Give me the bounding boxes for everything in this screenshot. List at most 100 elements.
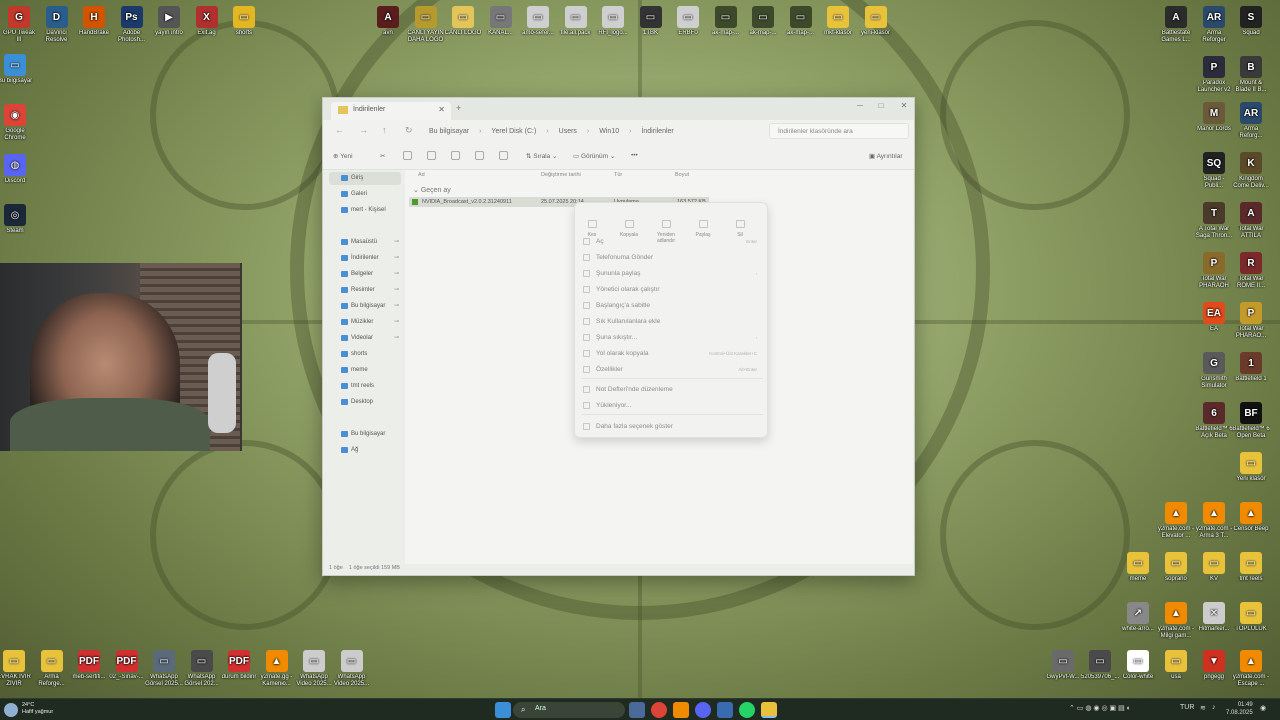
vlc-icon[interactable] <box>673 702 689 718</box>
desktop-icon[interactable]: 1 Battlefield 1 <box>1232 352 1270 390</box>
rename-icon[interactable] <box>451 151 460 160</box>
desktop-icon[interactable]: BF Battlefield™ 6 Open Beta <box>1232 402 1270 440</box>
menu-item-not-defteri-nde-d-zenleme[interactable]: Not Defteri'nde düzenleme <box>583 384 763 396</box>
delete-icon[interactable] <box>499 151 508 160</box>
desktop-icon[interactable]: PDF meb-sertifi... <box>70 650 108 688</box>
desktop-icon[interactable]: PDF 02_-Sınav-... <box>108 650 146 688</box>
desktop-icon[interactable]: S Squad <box>1232 6 1270 44</box>
desktop-icon[interactable]: ▲ Censor Beep <box>1232 502 1270 540</box>
desktop-icon[interactable]: ▭ ak-map-... <box>707 6 745 44</box>
desktop-icon[interactable]: ↗ white-arro... <box>1119 602 1157 640</box>
desktop-icon[interactable]: ▭ mkt-klasör <box>819 6 857 44</box>
paste-icon[interactable] <box>427 151 436 160</box>
menu-item-a[interactable]: Aç Enter <box>583 236 763 248</box>
sort-button[interactable]: ⇅ Sırala ⌄ <box>526 152 558 160</box>
sidebar-item-bu-bilgisayar[interactable]: Bu bilgisayar ⊸ <box>329 300 401 313</box>
discord-icon[interactable] <box>695 702 711 718</box>
breadcrumb-item[interactable]: İndirilenler <box>641 128 673 135</box>
desktop-icon[interactable]: 6 Battlefield™ 6 Açık Beta <box>1195 402 1233 440</box>
desktop-icon[interactable]: R Total War ROME II... <box>1232 252 1270 290</box>
desktop-icon[interactable]: K Kingdom Come Deliv... <box>1232 152 1270 190</box>
more-options-button[interactable]: ••• <box>631 152 638 159</box>
desktop-icon[interactable]: ▼ pngegg <box>1195 650 1233 688</box>
minimize-button[interactable]: ─ <box>850 101 870 110</box>
tab-downloads[interactable]: İndirilenler ✕ <box>331 102 451 120</box>
clock[interactable]: 01:49 7.08.2025 <box>1226 701 1253 717</box>
desktop-icon[interactable]: A Battlestate Games L... <box>1157 6 1195 44</box>
desktop-icon[interactable]: A Total War ATTILA <box>1232 202 1270 240</box>
desktop-icon[interactable]: ◉ Google Chrome <box>0 104 34 142</box>
menu-item-yol-olarak-kopyala[interactable]: Yol olarak kopyala Kontrol+Üst Karakter+C <box>583 348 763 360</box>
desktop-icon[interactable]: X Exit.ag <box>188 6 226 44</box>
volume-icon[interactable]: ♪ <box>1212 704 1216 711</box>
desktop-icon[interactable]: D DaVinci Resolve <box>38 6 76 44</box>
desktop-icon[interactable]: ▭ Arma Reforge... <box>33 650 71 688</box>
desktop-icon[interactable]: T A Total War Saga Thron... <box>1195 202 1233 240</box>
desktop-icon[interactable]: ▭ GwyPvf-W... <box>1044 650 1082 688</box>
notification-icon[interactable]: ◉ <box>1260 704 1266 712</box>
desktop-icon[interactable]: ▭ WhatsApp Görsel 2025... <box>145 650 183 688</box>
search-input[interactable]: İndirilenler klasöründe ara <box>769 123 909 139</box>
start-button[interactable] <box>495 702 511 718</box>
desktop-icon[interactable]: ▭ yeni-klasör <box>857 6 895 44</box>
breadcrumb-item[interactable]: Users <box>559 128 577 135</box>
desktop-icon[interactable]: ◍ Discord <box>0 154 34 192</box>
desktop-icon[interactable]: ▭ soprano <box>1157 552 1195 590</box>
desktop-icon[interactable]: ▲ y2mate.com - Arma 3 T... <box>1195 502 1233 540</box>
sidebar-item-galeri[interactable]: Galeri <box>329 188 401 201</box>
menu-item-zellikler[interactable]: Özellikler Alt+Enter <box>583 364 763 376</box>
desktop-icon[interactable]: PDF durum bildirir <box>220 650 258 688</box>
desktop-icon[interactable]: ▭ KANAL... <box>482 6 520 44</box>
details-button[interactable]: ▣ Ayrıntılar <box>869 152 902 160</box>
file-explorer-icon[interactable] <box>761 702 777 718</box>
desktop-icon[interactable]: ▭ tmt reels <box>1232 552 1270 590</box>
breadcrumb-item[interactable]: Yerel Disk (C:) <box>491 128 536 135</box>
desktop-icon[interactable]: G Gunsmith Simulator <box>1195 352 1233 390</box>
forward-button[interactable]: → <box>359 125 368 135</box>
desktop-icon[interactable]: Ps Adobe Photosh... <box>113 6 151 44</box>
sidebar-item-giri[interactable]: Giriş <box>329 172 401 185</box>
breadcrumb-item[interactable]: Bu bilgisayar <box>429 128 469 135</box>
desktop-icon[interactable]: ▲ y2mate.com - Milgi gam... <box>1157 602 1195 640</box>
desktop-icon[interactable]: ◎ Steam <box>0 204 34 242</box>
new-button[interactable]: ⊕ Yeni <box>333 152 353 160</box>
desktop-icon[interactable]: ▭ amo-sefer... <box>519 6 557 44</box>
tray-icons[interactable]: ⌃ ▭ ◍ ◉ ◎ ▣ ▤ ◐ <box>1069 704 1131 712</box>
desktop-icon[interactable]: EA EA <box>1195 302 1233 340</box>
refresh-button[interactable]: ↻ <box>405 125 413 136</box>
back-button[interactable]: ← <box>335 125 344 135</box>
close-tab-icon[interactable]: ✕ <box>438 105 445 114</box>
sidebar-item-mert-ki-isel[interactable]: mert - Kişisel <box>329 204 401 217</box>
desktop-icon[interactable]: ▭ Yeni klasör <box>1232 452 1270 490</box>
desktop-icon[interactable]: M Manor Lords <box>1195 102 1233 140</box>
desktop-icon[interactable]: ▭ ak-map-... <box>782 6 820 44</box>
close-window-button[interactable]: ✕ <box>894 101 914 110</box>
menu-item-una-s-k-t-r[interactable]: Şuna sıkıştır... › <box>583 332 763 344</box>
desktop-icon[interactable]: B Mount & Blade II B... <box>1232 56 1270 94</box>
app-icon[interactable] <box>717 702 733 718</box>
sidebar-item-i-ndirilenler[interactable]: İndirilenler ⊸ <box>329 252 401 265</box>
desktop-icon[interactable]: ▭ TOPLULUK <box>1232 602 1270 640</box>
desktop-icon[interactable]: ▲ y2mate.com - Escape ... <box>1232 650 1270 688</box>
sidebar-item-m-zikler[interactable]: Müzikler ⊸ <box>329 316 401 329</box>
language-indicator[interactable]: TUR <box>1180 704 1194 711</box>
sidebar-item-videolar[interactable]: Videolar ⊸ <box>329 332 401 345</box>
sidebar-item-tmt-reels[interactable]: tmt reels <box>329 380 401 393</box>
column-header-size[interactable]: Boyut <box>675 172 689 178</box>
desktop-icon[interactable]: P Paradox Launcher v2 <box>1195 56 1233 94</box>
desktop-icon[interactable]: AR Arma Reforger <box>1195 6 1233 44</box>
column-header-name[interactable]: Ad <box>418 172 425 178</box>
desktop-icon[interactable]: ▭ Color-white <box>1119 650 1157 688</box>
desktop-icon[interactable]: ▭ CANLI LOGO <box>444 6 482 44</box>
desktop-icon[interactable]: ▭ shorts <box>225 6 263 44</box>
desktop-icon[interactable]: ▭ RFI_logo... <box>594 6 632 44</box>
copy-icon[interactable] <box>403 151 412 160</box>
desktop-icon[interactable]: H HandBrake <box>75 6 113 44</box>
sidebar-item-masa-st[interactable]: Masaüstü ⊸ <box>329 236 401 249</box>
desktop-icon[interactable]: ▭ WhatsApp Görsel 202... <box>183 650 221 688</box>
chrome-icon[interactable] <box>651 702 667 718</box>
desktop-icon[interactable]: P Total War PHARAOH <box>1195 252 1233 290</box>
task-view-icon[interactable] <box>629 702 645 718</box>
desktop-icon[interactable]: ▭ CANLI YAYIN DAHA LOGO <box>407 6 445 44</box>
weather-widget[interactable]: 24°C Hafif yağmur <box>4 701 64 719</box>
